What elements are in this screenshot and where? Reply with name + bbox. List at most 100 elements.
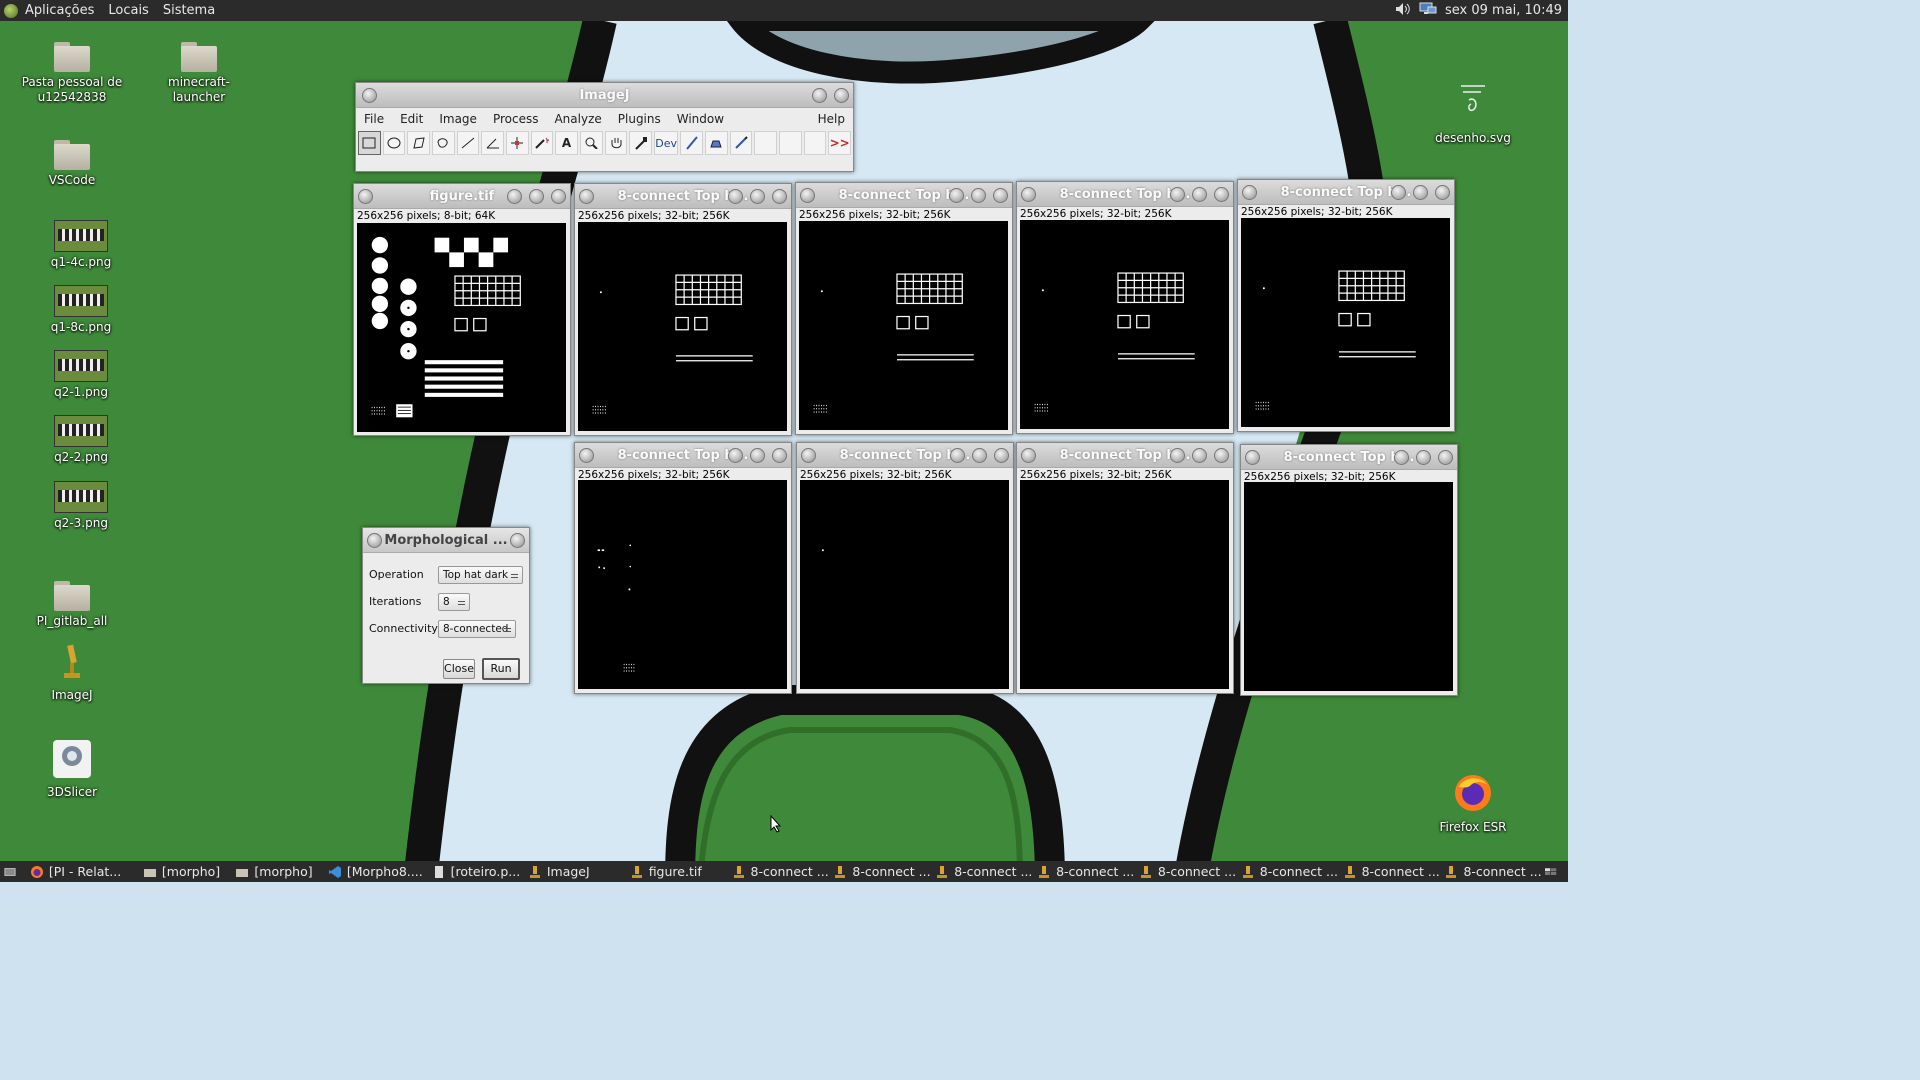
close-icon[interactable] — [551, 189, 566, 204]
minimize-icon[interactable] — [507, 189, 522, 204]
task-8connect-3[interactable]: 8-connect ... — [930, 861, 1032, 882]
maximize-icon[interactable] — [750, 189, 765, 204]
menu-window[interactable]: Window — [669, 112, 732, 126]
maximize-icon[interactable] — [529, 189, 544, 204]
desktop-icon-vscode[interactable]: VSCode — [17, 140, 127, 188]
brush-tool-icon[interactable] — [680, 131, 704, 155]
image-canvas[interactable] — [357, 223, 566, 432]
desktop-icon-q2-1[interactable]: q2-1.png — [26, 350, 136, 400]
image-window-titlebar[interactable]: 8-connect Top h... — [1238, 180, 1454, 205]
desktop-icon-imagej[interactable]: ImageJ — [17, 643, 127, 703]
magnifier-tool-icon[interactable] — [579, 131, 603, 155]
task-imagej[interactable]: ImageJ — [523, 861, 625, 882]
close-icon[interactable] — [1214, 187, 1229, 202]
close-icon[interactable] — [1438, 450, 1453, 465]
window-menu-icon[interactable] — [1242, 185, 1257, 200]
minimize-icon[interactable] — [812, 88, 827, 103]
task-8connect-6[interactable]: 8-connect ... — [1236, 861, 1338, 882]
image-window-titlebar[interactable]: 8-connect Top h... — [1241, 445, 1457, 470]
window-menu-icon[interactable] — [362, 88, 377, 103]
desktop-icon-minecraft-launcher[interactable]: minecraft-launcher — [144, 42, 254, 105]
line-tool-icon[interactable] — [456, 131, 480, 155]
empty-tool-slot-3[interactable] — [803, 131, 827, 155]
freehand-tool-icon[interactable] — [431, 131, 455, 155]
desktop-icon-q2-2[interactable]: q2-2.png — [26, 415, 136, 465]
maximize-icon[interactable] — [972, 448, 987, 463]
close-icon[interactable] — [510, 533, 525, 548]
menu-plugins[interactable]: Plugins — [610, 112, 669, 126]
window-menu-icon[interactable] — [801, 448, 816, 463]
close-icon[interactable] — [1214, 448, 1229, 463]
menu-file[interactable]: File — [356, 112, 392, 126]
minimize-icon[interactable] — [1391, 185, 1406, 200]
empty-tool-slot-2[interactable] — [779, 131, 802, 155]
wand-tool-icon[interactable] — [530, 131, 554, 155]
image-window-titlebar[interactable]: 8-connect Top h... — [1017, 443, 1233, 468]
image-canvas[interactable] — [1241, 218, 1450, 427]
task-vscode[interactable]: [Morpho8.... — [323, 861, 427, 882]
close-icon[interactable] — [772, 189, 787, 204]
close-icon[interactable] — [834, 88, 849, 103]
image-window-titlebar[interactable]: 8-connect Top h... — [575, 184, 791, 209]
point-tool-icon[interactable] — [505, 131, 529, 155]
imagej-titlebar[interactable]: ImageJ — [356, 83, 853, 108]
image-canvas[interactable] — [1020, 220, 1229, 429]
task-8connect-8[interactable]: 8-connect ... — [1439, 861, 1541, 882]
minimize-icon[interactable] — [950, 448, 965, 463]
task-firefox[interactable]: [PI - Relat... — [25, 861, 138, 882]
menu-applications[interactable]: Aplicações — [18, 3, 101, 18]
window-menu-icon[interactable] — [1245, 450, 1260, 465]
menu-edit[interactable]: Edit — [392, 112, 431, 126]
network-icon[interactable] — [1419, 2, 1437, 20]
polygon-tool-icon[interactable] — [407, 131, 430, 155]
window-menu-icon[interactable] — [1021, 187, 1036, 202]
image-canvas[interactable] — [799, 221, 1008, 430]
close-button[interactable]: Close — [443, 659, 475, 679]
maximize-icon[interactable] — [750, 448, 765, 463]
close-icon[interactable] — [772, 448, 787, 463]
menu-process[interactable]: Process — [485, 112, 547, 126]
image-window-titlebar[interactable]: 8-connect Top h... — [575, 443, 791, 468]
image-canvas[interactable] — [578, 222, 787, 431]
maximize-icon[interactable] — [1416, 450, 1431, 465]
oval-tool-icon[interactable] — [382, 131, 406, 155]
empty-tool-slot-1[interactable] — [754, 131, 778, 155]
flood-fill-tool-icon[interactable] — [705, 131, 728, 155]
desktop-icon-q1-4c[interactable]: q1-4c.png — [26, 220, 136, 270]
operation-select[interactable]: Top hat dark — [438, 566, 523, 584]
task-roteiro[interactable]: [roteiro.p... — [427, 861, 523, 882]
volume-icon[interactable] — [1395, 2, 1411, 20]
task-8connect-4[interactable]: 8-connect ... — [1032, 861, 1134, 882]
menu-system[interactable]: Sistema — [156, 3, 222, 18]
angle-tool-icon[interactable] — [481, 131, 504, 155]
image-window-titlebar[interactable]: 8-connect Top h... — [796, 183, 1012, 208]
menu-image[interactable]: Image — [431, 112, 485, 126]
close-icon[interactable] — [993, 188, 1008, 203]
connectivity-select[interactable]: 8-connected — [438, 620, 516, 638]
hand-tool-icon[interactable] — [604, 131, 628, 155]
desktop-icon-3dslicer[interactable]: 3DSlicer — [17, 740, 127, 800]
minimize-icon[interactable] — [728, 448, 743, 463]
clock[interactable]: sex 09 mai, 10:49 — [1445, 3, 1562, 18]
task-8connect-7[interactable]: 8-connect ... — [1338, 861, 1439, 882]
window-menu-icon[interactable] — [579, 448, 594, 463]
minimize-icon[interactable] — [1170, 448, 1185, 463]
task-8connect-2[interactable]: 8-connect ... — [828, 861, 930, 882]
text-tool-icon[interactable]: A — [555, 131, 578, 155]
image-window-titlebar[interactable]: 8-connect Top h... — [797, 443, 1013, 468]
minimize-icon[interactable] — [1394, 450, 1409, 465]
window-menu-icon[interactable] — [579, 189, 594, 204]
task-morpho-folder-1[interactable]: [morpho] — [138, 861, 230, 882]
run-button[interactable]: Run — [482, 658, 520, 680]
window-menu-icon[interactable] — [367, 533, 382, 548]
minimize-icon[interactable] — [949, 188, 964, 203]
more-tools-button[interactable]: >> — [828, 131, 851, 155]
image-window-titlebar[interactable]: 8-connect Top h... — [1017, 182, 1233, 207]
desktop-icon-home[interactable]: Pasta pessoal de u12542838 — [17, 42, 127, 105]
maximize-icon[interactable] — [1192, 187, 1207, 202]
task-8connect-5[interactable]: 8-connect ... — [1134, 861, 1236, 882]
task-8connect-1[interactable]: 8-connect ... — [727, 861, 828, 882]
menu-help[interactable]: Help — [810, 112, 853, 126]
task-figure-tif[interactable]: figure.tif — [625, 861, 727, 882]
maximize-icon[interactable] — [971, 188, 986, 203]
